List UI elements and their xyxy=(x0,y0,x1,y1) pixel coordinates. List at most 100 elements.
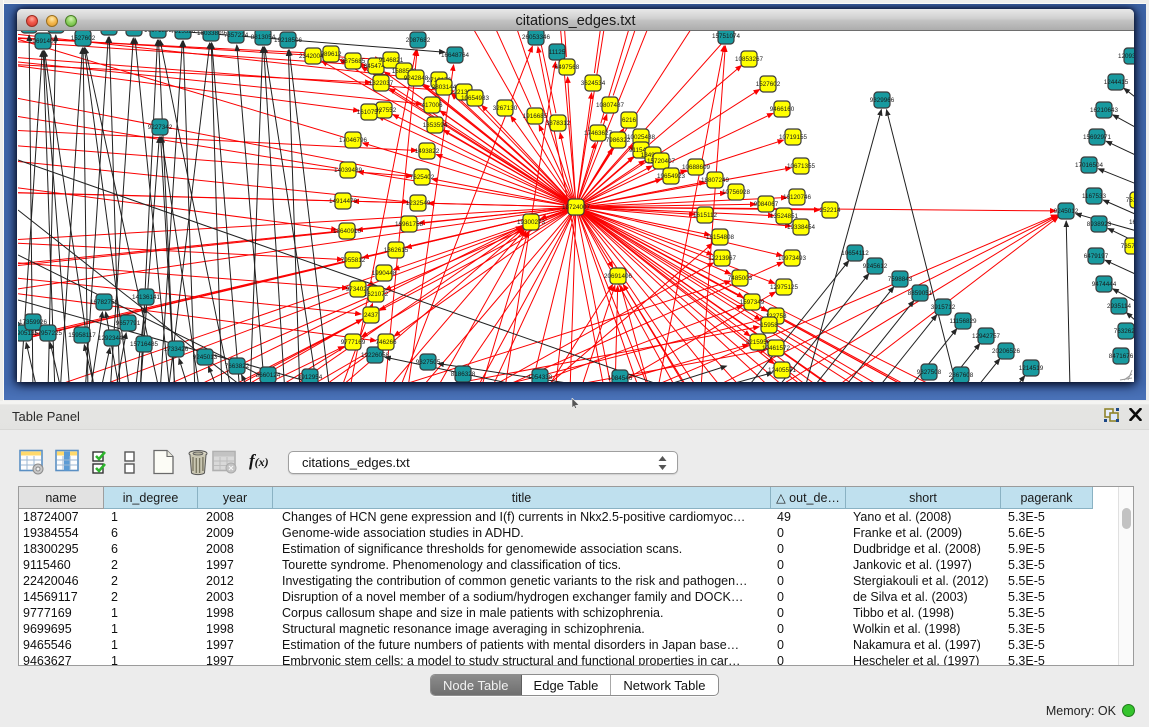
svg-text:1214519: 1214519 xyxy=(1019,365,1044,372)
svg-text:9242848: 9242848 xyxy=(404,75,429,82)
svg-text:1362615: 1362615 xyxy=(384,247,409,254)
svg-text:7357224: 7357224 xyxy=(1121,243,1134,250)
svg-text:10671355: 10671355 xyxy=(144,31,173,34)
svg-text:17957225: 17957225 xyxy=(34,330,63,337)
svg-text:20206526: 20206526 xyxy=(992,348,1021,355)
svg-text:2437: 2437 xyxy=(364,312,379,319)
svg-text:16154808: 16154808 xyxy=(706,234,735,241)
svg-text:1615112: 1615112 xyxy=(693,212,718,219)
svg-text:19654923: 19654923 xyxy=(657,173,686,180)
svg-text:8660124: 8660124 xyxy=(256,372,281,379)
svg-text:17046796: 17046796 xyxy=(339,137,368,144)
svg-text:7625402: 7625402 xyxy=(410,174,435,181)
svg-text:746266: 746266 xyxy=(375,339,397,346)
svg-text:1527602: 1527602 xyxy=(756,81,781,88)
svg-text:10688609: 10688609 xyxy=(682,164,711,171)
svg-text:7485003: 7485003 xyxy=(728,275,753,282)
svg-text:1990448: 1990448 xyxy=(372,270,397,277)
svg-text:8813054: 8813054 xyxy=(251,34,276,41)
svg-text:1232549: 1232549 xyxy=(406,200,431,207)
svg-text:12093822: 12093822 xyxy=(1118,53,1134,60)
svg-text:14039489: 14039489 xyxy=(334,167,363,174)
svg-text:15720407: 15720407 xyxy=(647,158,676,165)
svg-text:1244415: 1244415 xyxy=(1104,79,1129,86)
svg-text:12405571: 12405571 xyxy=(768,367,797,374)
svg-text:15716485: 15716485 xyxy=(130,341,159,348)
svg-text:16033809: 16033809 xyxy=(197,31,226,37)
svg-text:1916685: 1916685 xyxy=(523,113,548,120)
svg-text:7663822: 7663822 xyxy=(225,363,250,370)
svg-text:1733426: 1733426 xyxy=(164,346,189,353)
svg-text:19218506: 19218506 xyxy=(274,37,303,44)
svg-text:2087682: 2087682 xyxy=(406,37,431,44)
svg-text:8859051: 8859051 xyxy=(908,290,933,297)
svg-text:8912954: 8912954 xyxy=(298,374,323,381)
svg-text:9245013: 9245013 xyxy=(193,354,218,361)
svg-text:19300273: 19300273 xyxy=(517,219,546,226)
svg-text:1322037: 1322037 xyxy=(369,80,394,87)
svg-text:7632621: 7632621 xyxy=(1114,328,1134,335)
svg-text:19226058: 19226058 xyxy=(361,352,390,359)
svg-text:12213967: 12213967 xyxy=(708,255,737,262)
svg-text:10654983: 10654983 xyxy=(461,95,490,102)
svg-text:11125: 11125 xyxy=(549,49,566,56)
svg-text:8186328: 8186328 xyxy=(451,371,476,378)
svg-text:7515526: 7515526 xyxy=(171,31,196,35)
svg-text:989612: 989612 xyxy=(320,51,342,58)
svg-text:1621072: 1621072 xyxy=(364,291,389,298)
svg-text:14136141: 14136141 xyxy=(132,294,161,301)
svg-text:16210643: 16210643 xyxy=(1090,107,1119,114)
svg-text:3267130: 3267130 xyxy=(493,105,518,112)
svg-text:15751074: 15751074 xyxy=(712,33,741,40)
svg-text:7955812: 7955812 xyxy=(341,257,366,264)
svg-text:6216: 6216 xyxy=(622,117,637,124)
svg-text:18724007: 18724007 xyxy=(562,204,591,211)
svg-text:1610757: 1610757 xyxy=(357,109,382,116)
svg-text:9227342: 9227342 xyxy=(148,124,173,131)
svg-text:9777169: 9777169 xyxy=(341,339,366,346)
svg-text:3624534: 3624534 xyxy=(581,80,606,87)
svg-text:10973493: 10973493 xyxy=(778,255,807,262)
svg-text:2867608: 2867608 xyxy=(949,372,974,379)
svg-text:1084546: 1084546 xyxy=(608,375,633,382)
svg-text:9084067: 9084067 xyxy=(754,201,779,208)
svg-text:12942757: 12942757 xyxy=(972,333,1001,340)
svg-text:16033809: 16033809 xyxy=(1129,219,1134,226)
svg-text:11156829: 11156829 xyxy=(949,318,977,325)
svg-text:1493822: 1493822 xyxy=(415,148,440,155)
svg-text:1527602: 1527602 xyxy=(71,35,96,42)
svg-text:17016504: 17016504 xyxy=(1075,162,1104,169)
svg-text:1167533: 1167533 xyxy=(1082,193,1107,200)
svg-text:3878312: 3878312 xyxy=(546,120,571,127)
svg-text:7357224: 7357224 xyxy=(224,32,249,39)
svg-text:10853267: 10853267 xyxy=(735,56,764,63)
svg-text:18640910: 18640910 xyxy=(333,228,362,235)
svg-text:9245012: 9245012 xyxy=(1054,208,1079,215)
svg-text:7515526: 7515526 xyxy=(1126,197,1134,204)
svg-text:12975125: 12975125 xyxy=(770,284,799,291)
svg-text:14914479: 14914479 xyxy=(329,198,358,205)
svg-text:16648764: 16648764 xyxy=(441,52,470,59)
svg-text:6479197: 6479197 xyxy=(1084,253,1109,260)
svg-text:16961758: 16961758 xyxy=(395,221,424,228)
svg-text:20691406: 20691406 xyxy=(604,273,633,280)
svg-text:9474444: 9474444 xyxy=(1092,281,1117,288)
svg-text:10461572: 10461572 xyxy=(762,345,791,352)
svg-text:12923448: 12923448 xyxy=(98,335,127,342)
svg-text:8471676: 8471676 xyxy=(1109,353,1134,360)
svg-text:9245612: 9245612 xyxy=(863,263,888,270)
svg-text:3875685: 3875685 xyxy=(341,58,366,65)
svg-text:15958: 15958 xyxy=(760,322,778,329)
svg-text:18807249: 18807249 xyxy=(701,177,730,184)
svg-text:8938923: 8938923 xyxy=(1087,221,1112,228)
svg-text:3915712: 3915712 xyxy=(931,304,956,311)
svg-text:20691406: 20691406 xyxy=(29,38,58,45)
svg-text:9327505: 9327505 xyxy=(416,359,441,366)
svg-text:9329966: 9329966 xyxy=(870,97,895,104)
svg-text:252214: 252214 xyxy=(819,207,841,214)
svg-text:417006: 417006 xyxy=(421,102,443,109)
svg-text:1054338: 1054338 xyxy=(528,374,553,381)
svg-text:9327508: 9327508 xyxy=(917,369,942,376)
svg-text:15958117: 15958117 xyxy=(68,332,96,339)
svg-text:10671355: 10671355 xyxy=(787,163,816,170)
